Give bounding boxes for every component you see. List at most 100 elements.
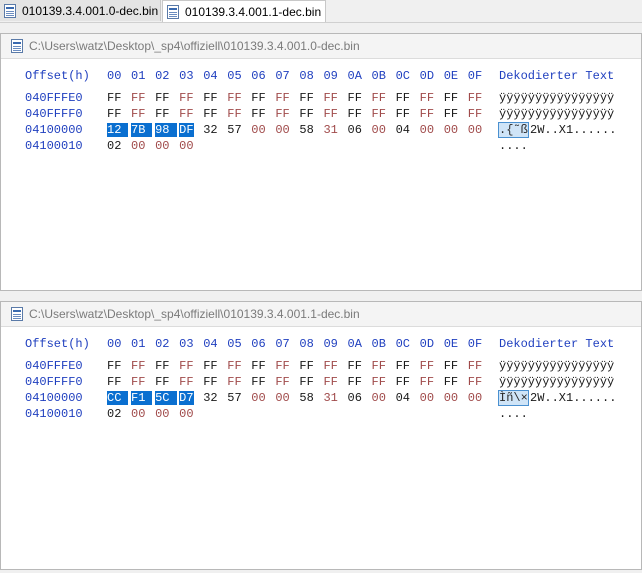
hex-byte[interactable]: FF bbox=[323, 107, 337, 121]
hex-byte[interactable]: 00 bbox=[131, 407, 145, 421]
hex-byte[interactable]: 00 bbox=[420, 123, 434, 137]
row-offset[interactable]: 040FFFE0 bbox=[25, 359, 83, 373]
hex-byte[interactable]: FF bbox=[323, 91, 337, 105]
hex-byte[interactable]: D7 bbox=[179, 391, 194, 405]
hex-byte[interactable]: FF bbox=[275, 91, 289, 105]
hex-byte[interactable]: FF bbox=[275, 375, 289, 389]
hex-byte[interactable]: 98 bbox=[155, 123, 177, 137]
hex-byte[interactable]: DF bbox=[179, 123, 194, 137]
hex-byte[interactable]: 00 bbox=[155, 407, 169, 421]
decoded-text[interactable]: .... bbox=[499, 139, 528, 153]
row-offset[interactable]: 040FFFF0 bbox=[25, 375, 83, 389]
hex-byte[interactable]: FF bbox=[372, 107, 386, 121]
hex-byte[interactable]: FF bbox=[155, 107, 169, 121]
hex-byte[interactable]: FF bbox=[396, 91, 410, 105]
hex-byte[interactable]: CC bbox=[107, 391, 129, 405]
hex-byte[interactable]: 00 bbox=[468, 123, 482, 137]
hex-editor-pane-0[interactable]: C:\Users\watz\Desktop\_sp4\offiziell\010… bbox=[0, 33, 642, 291]
hex-byte[interactable]: FF bbox=[372, 375, 386, 389]
hex-byte[interactable]: FF bbox=[251, 91, 265, 105]
hex-byte[interactable]: FF bbox=[348, 107, 362, 121]
hex-byte[interactable]: 04 bbox=[396, 391, 410, 405]
hex-byte[interactable]: FF bbox=[468, 375, 482, 389]
hex-byte[interactable]: FF bbox=[227, 91, 241, 105]
hex-byte[interactable]: 00 bbox=[372, 123, 386, 137]
hex-byte[interactable]: FF bbox=[251, 107, 265, 121]
hex-byte[interactable]: 58 bbox=[299, 123, 313, 137]
hex-byte[interactable]: FF bbox=[275, 107, 289, 121]
hex-byte[interactable]: FF bbox=[131, 375, 145, 389]
hex-byte[interactable]: 00 bbox=[444, 123, 458, 137]
hex-byte[interactable]: FF bbox=[468, 107, 482, 121]
row-offset[interactable]: 040FFFF0 bbox=[25, 107, 83, 121]
row-offset[interactable]: 040FFFE0 bbox=[25, 91, 83, 105]
hex-byte[interactable]: FF bbox=[420, 91, 434, 105]
hex-byte[interactable]: 00 bbox=[251, 391, 265, 405]
hex-byte[interactable]: 00 bbox=[444, 391, 458, 405]
hex-byte[interactable]: FF bbox=[348, 375, 362, 389]
hex-byte[interactable]: 31 bbox=[323, 123, 337, 137]
decoded-selection[interactable]: .{˜ß bbox=[498, 122, 529, 138]
row-offset[interactable]: 04100010 bbox=[25, 139, 83, 153]
row-offset[interactable]: 04100000 bbox=[25, 123, 83, 137]
hex-byte[interactable]: 00 bbox=[468, 391, 482, 405]
tab-file-0[interactable]: 010139.3.4.001.0-dec.bin bbox=[0, 0, 161, 21]
decoded-text[interactable]: ÿÿÿÿÿÿÿÿÿÿÿÿÿÿÿÿ bbox=[499, 375, 614, 389]
tab-file-1[interactable]: 010139.3.4.001.1-dec.bin bbox=[162, 0, 326, 22]
hex-byte[interactable]: FF bbox=[179, 359, 193, 373]
hex-byte[interactable]: FF bbox=[251, 359, 265, 373]
hex-editor-pane-1[interactable]: C:\Users\watz\Desktop\_sp4\offiziell\010… bbox=[0, 301, 642, 570]
hex-byte[interactable]: 00 bbox=[275, 123, 289, 137]
hex-byte[interactable]: FF bbox=[444, 91, 458, 105]
hex-byte[interactable]: 31 bbox=[323, 391, 337, 405]
hex-byte[interactable]: 00 bbox=[179, 139, 193, 153]
hex-byte[interactable]: FF bbox=[348, 91, 362, 105]
hex-byte[interactable]: 02 bbox=[107, 407, 121, 421]
hex-byte[interactable]: FF bbox=[444, 107, 458, 121]
hex-byte[interactable]: FF bbox=[323, 375, 337, 389]
hex-byte[interactable]: FF bbox=[131, 107, 145, 121]
hex-byte[interactable]: 00 bbox=[372, 391, 386, 405]
hex-byte[interactable]: FF bbox=[203, 91, 217, 105]
hex-byte[interactable]: FF bbox=[299, 91, 313, 105]
hex-byte[interactable]: FF bbox=[396, 375, 410, 389]
row-offset[interactable]: 04100010 bbox=[25, 407, 83, 421]
hex-byte[interactable]: 06 bbox=[348, 391, 362, 405]
row-offset[interactable]: 04100000 bbox=[25, 391, 83, 405]
decoded-text[interactable]: ÿÿÿÿÿÿÿÿÿÿÿÿÿÿÿÿ bbox=[499, 359, 614, 373]
hex-byte[interactable]: FF bbox=[468, 91, 482, 105]
hex-byte[interactable]: FF bbox=[396, 359, 410, 373]
hex-byte[interactable]: FF bbox=[203, 375, 217, 389]
hex-byte[interactable]: FF bbox=[107, 91, 121, 105]
decoded-text[interactable]: ÿÿÿÿÿÿÿÿÿÿÿÿÿÿÿÿ bbox=[499, 107, 614, 121]
decoded-text[interactable]: ÿÿÿÿÿÿÿÿÿÿÿÿÿÿÿÿ bbox=[499, 91, 614, 105]
hex-byte[interactable]: FF bbox=[396, 107, 410, 121]
hex-byte[interactable]: 00 bbox=[155, 139, 169, 153]
hex-byte[interactable]: FF bbox=[179, 107, 193, 121]
hex-byte[interactable]: 00 bbox=[251, 123, 265, 137]
hex-byte[interactable]: FF bbox=[131, 91, 145, 105]
hex-byte[interactable]: 32 bbox=[203, 391, 217, 405]
hex-byte[interactable]: FF bbox=[203, 107, 217, 121]
hex-byte[interactable]: FF bbox=[420, 375, 434, 389]
hex-byte[interactable]: FF bbox=[227, 359, 241, 373]
hex-byte[interactable]: FF bbox=[251, 375, 265, 389]
hex-byte[interactable]: FF bbox=[107, 359, 121, 373]
hex-byte[interactable]: 00 bbox=[275, 391, 289, 405]
hex-byte[interactable]: 04 bbox=[396, 123, 410, 137]
hex-byte[interactable]: FF bbox=[299, 375, 313, 389]
hex-byte[interactable]: FF bbox=[372, 91, 386, 105]
hex-byte[interactable]: FF bbox=[179, 375, 193, 389]
hex-byte[interactable]: 5C bbox=[155, 391, 177, 405]
hex-byte[interactable]: FF bbox=[155, 359, 169, 373]
hex-byte[interactable]: 06 bbox=[348, 123, 362, 137]
hex-byte[interactable]: FF bbox=[107, 107, 121, 121]
hex-byte[interactable]: 57 bbox=[227, 123, 241, 137]
hex-byte[interactable]: 00 bbox=[131, 139, 145, 153]
hex-byte[interactable]: 57 bbox=[227, 391, 241, 405]
hex-byte[interactable]: FF bbox=[227, 107, 241, 121]
hex-byte[interactable]: FF bbox=[203, 359, 217, 373]
hex-byte[interactable]: FF bbox=[275, 359, 289, 373]
hex-byte[interactable]: 00 bbox=[179, 407, 193, 421]
hex-byte[interactable]: 12 bbox=[107, 123, 129, 137]
